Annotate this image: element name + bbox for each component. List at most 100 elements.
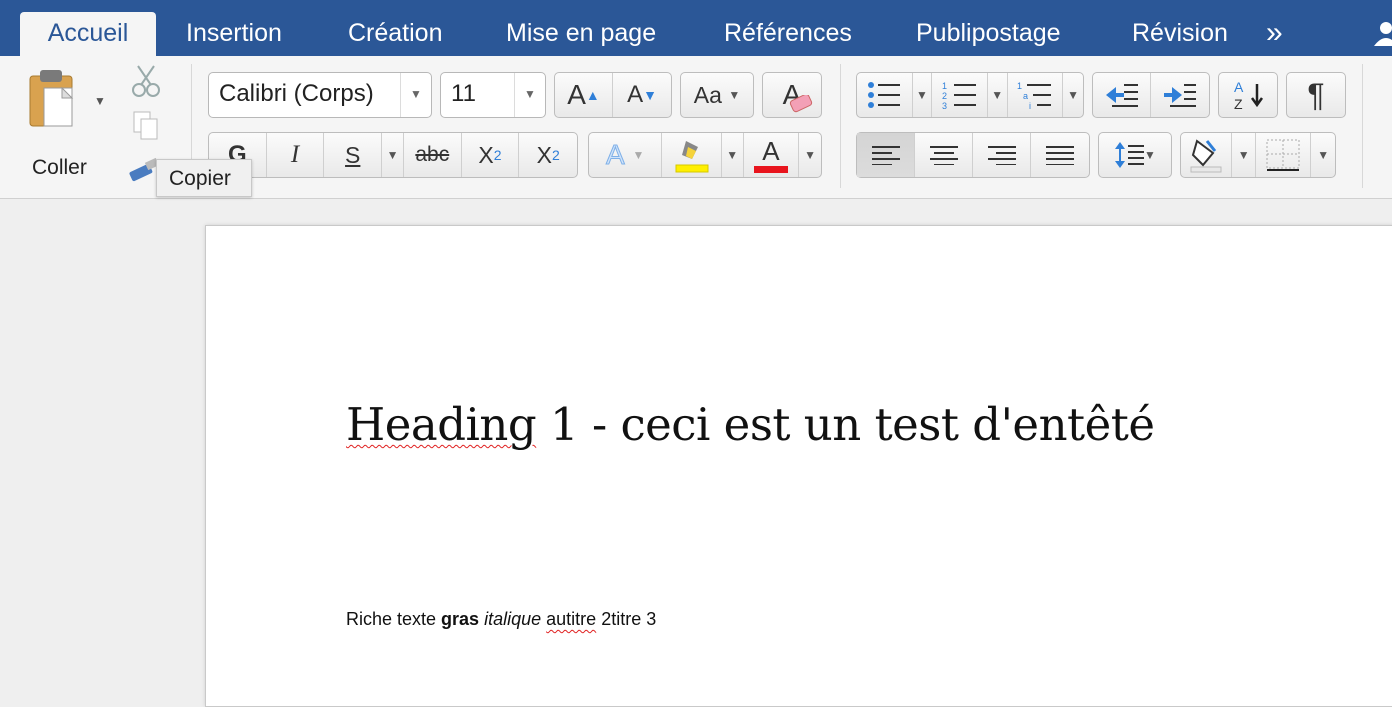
font-name-dropdown-icon[interactable]: ▼ — [400, 73, 431, 117]
shading-border-group: ▼ ▼ — [1180, 132, 1336, 178]
borders-button[interactable] — [1256, 133, 1312, 177]
bullets-button[interactable] — [857, 73, 913, 117]
font-style-group: G I S ▼ abc X2 X2 — [208, 132, 578, 178]
underline-dropdown-icon[interactable]: ▼ — [382, 133, 404, 177]
list-group: ▼ 123 ▼ 1ai ▼ — [856, 72, 1084, 118]
font-size-value: 11 — [451, 80, 476, 107]
subscript-button[interactable]: X2 — [462, 133, 520, 177]
sort-group: AZ — [1218, 72, 1278, 118]
bullets-dropdown-icon[interactable]: ▼ — [913, 73, 933, 117]
borders-dropdown-icon[interactable]: ▼ — [1311, 133, 1335, 177]
underline-button[interactable]: S — [324, 133, 383, 177]
tab-accueil[interactable]: Accueil — [20, 12, 156, 56]
superscript-button[interactable]: X2 — [519, 133, 577, 177]
alignment-group — [856, 132, 1090, 178]
superscript-label: X — [536, 141, 552, 168]
justify-icon — [1046, 146, 1074, 165]
font-color-button[interactable]: A — [744, 133, 800, 177]
increase-indent-button[interactable] — [1151, 73, 1209, 117]
clear-formatting-button[interactable]: A — [763, 73, 821, 117]
superscript-index: 2 — [551, 147, 560, 163]
line-spacing-icon — [1115, 142, 1145, 168]
clipboard-icon — [29, 70, 74, 127]
tab-references[interactable]: Références — [724, 14, 852, 56]
line-spacing-button[interactable]: ▼ — [1099, 133, 1171, 177]
paste-label: Coller — [32, 156, 87, 179]
multilevel-dropdown-icon[interactable]: ▼ — [1063, 73, 1083, 117]
italic-button[interactable]: I — [267, 133, 325, 177]
shrink-font-button[interactable]: A ▼ — [613, 73, 671, 117]
paste-button[interactable]: ▼ Coller — [20, 68, 110, 179]
tab-creation[interactable]: Création — [348, 14, 443, 56]
align-right-icon — [987, 146, 1016, 165]
heading-text: 1 - ceci est un test d'entêté — [536, 398, 1155, 451]
highlighter-icon — [675, 141, 709, 173]
decrease-indent-button[interactable] — [1093, 73, 1152, 117]
shading-dropdown-icon[interactable]: ▼ — [1232, 133, 1257, 177]
multilevel-list-button[interactable]: 1ai — [1008, 73, 1064, 117]
document-page[interactable]: Heading 1 - ceci est un test d'entêté Ri… — [205, 225, 1392, 707]
font-color-icon: A — [762, 135, 780, 166]
show-marks-group: ¶ — [1286, 72, 1346, 118]
color-group: A ▼ ▼ A ▼ — [588, 132, 822, 178]
document-heading[interactable]: Heading 1 - ceci est un test d'entêté — [346, 398, 1155, 451]
grow-font-icon: A — [567, 79, 586, 110]
text-effects-button[interactable]: A ▼ — [589, 133, 663, 177]
highlight-dropdown-icon[interactable]: ▼ — [722, 133, 744, 177]
subscript-index: 2 — [493, 147, 502, 163]
document-paragraph[interactable]: Riche texte gras italique autitre 2titre… — [346, 609, 656, 630]
align-center-button[interactable] — [915, 133, 973, 177]
svg-text:a: a — [1023, 91, 1028, 101]
font-name-combobox[interactable]: Calibri (Corps) ▼ — [208, 72, 432, 118]
font-size-step-group: A ▲ A ▼ — [554, 72, 672, 118]
paint-bucket-icon — [1190, 139, 1222, 173]
sort-icon: AZ — [1234, 79, 1264, 112]
strikethrough-button[interactable]: abc — [404, 133, 462, 177]
shrink-font-icon: A — [627, 81, 644, 108]
numbering-button[interactable]: 123 — [932, 73, 988, 117]
svg-text:Z: Z — [1234, 96, 1243, 112]
sort-button[interactable]: AZ — [1219, 73, 1277, 117]
align-right-button[interactable] — [973, 133, 1031, 177]
change-case-icon: Aa — [693, 81, 722, 108]
line-spacing-group: ▼ — [1098, 132, 1172, 178]
paragraph-text: Riche texte — [346, 609, 442, 629]
numbered-list-icon: 123 — [942, 81, 976, 110]
highlight-button[interactable] — [662, 133, 722, 177]
clear-format-group: A — [762, 72, 822, 118]
paste-dropdown-icon[interactable]: ▼ — [94, 94, 106, 108]
svg-text:1: 1 — [942, 81, 947, 91]
tab-publipostage[interactable]: Publipostage — [916, 14, 1061, 56]
spelling-error-word[interactable]: Heading — [346, 398, 537, 451]
font-size-combobox[interactable]: 11 ▼ — [440, 72, 546, 118]
copy-tooltip: Copier — [156, 159, 252, 197]
show-formatting-marks-button[interactable]: ¶ — [1287, 73, 1345, 117]
font-size-dropdown-icon[interactable]: ▼ — [514, 73, 545, 117]
copy-icon[interactable] — [132, 110, 160, 147]
tab-revision[interactable]: Révision — [1132, 14, 1228, 56]
align-left-button[interactable] — [857, 133, 915, 177]
align-left-icon — [871, 146, 900, 165]
more-tabs-icon[interactable]: » — [1266, 14, 1283, 56]
justify-button[interactable] — [1031, 133, 1089, 177]
cut-icon[interactable] — [130, 64, 162, 103]
numbering-dropdown-icon[interactable]: ▼ — [988, 73, 1008, 117]
borders-icon — [1266, 139, 1300, 171]
tab-mise-en-page[interactable]: Mise en page — [506, 14, 656, 56]
bold-text: gras — [441, 609, 480, 629]
font-color-swatch — [753, 165, 788, 173]
font-color-dropdown-icon[interactable]: ▼ — [799, 133, 821, 177]
grow-font-button[interactable]: A ▲ — [555, 73, 614, 117]
svg-text:2: 2 — [942, 91, 947, 101]
svg-text:3: 3 — [942, 101, 947, 110]
shading-button[interactable] — [1181, 133, 1233, 177]
change-case-button[interactable]: Aa ▼ — [681, 73, 753, 117]
spelling-error-word[interactable]: autitre — [546, 609, 596, 629]
font-name-value: Calibri (Corps) — [219, 80, 374, 107]
tab-insertion[interactable]: Insertion — [186, 14, 282, 56]
align-center-icon — [929, 146, 958, 165]
ribbon-tab-bar: Accueil Insertion Création Mise en page … — [0, 0, 1392, 56]
multilevel-list-icon: 1ai — [1017, 81, 1051, 110]
italic-text: italique — [484, 609, 542, 629]
share-icon[interactable] — [1372, 18, 1392, 48]
